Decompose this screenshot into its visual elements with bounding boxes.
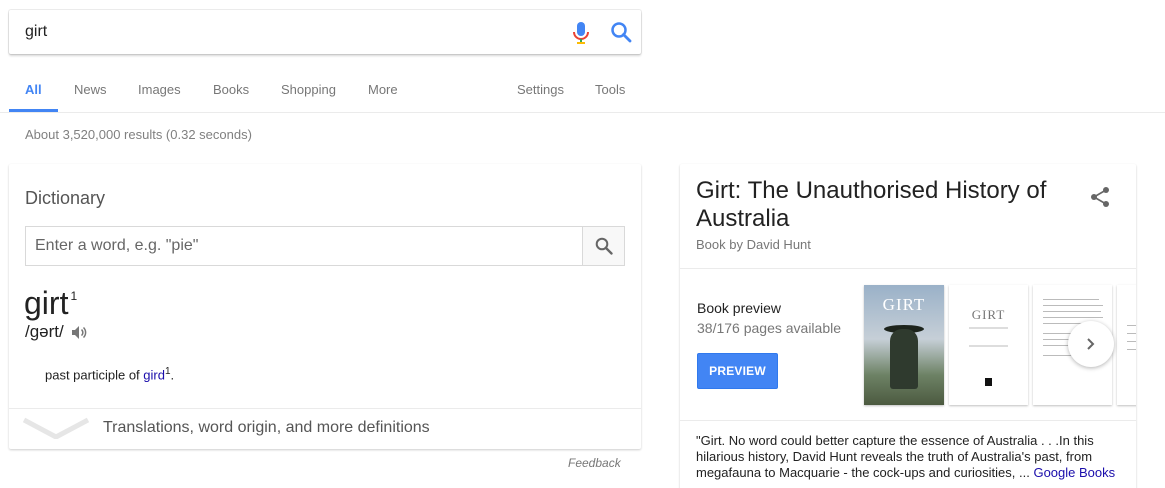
tab-tools[interactable]: Tools xyxy=(595,82,625,97)
text-line xyxy=(1043,323,1083,324)
knowledge-panel: Girt: The Unauthorised History of Austra… xyxy=(680,164,1136,488)
divider xyxy=(680,420,1136,421)
pronunciation: /ɡərt/ xyxy=(25,322,64,341)
text-line xyxy=(1127,349,1136,350)
headword-sup: 1 xyxy=(70,289,78,303)
search-input[interactable] xyxy=(25,23,545,41)
headword-text: girt xyxy=(24,285,69,321)
cover-title: GIRT xyxy=(882,295,926,314)
text-line xyxy=(1043,305,1103,306)
dictionary-card: Dictionary girt1 /ɡərt/ past participle … xyxy=(9,164,641,449)
pronunciation-row: /ɡərt/ xyxy=(25,322,88,342)
tab-all[interactable]: All xyxy=(25,82,42,97)
definition-prefix: past participle of xyxy=(45,367,144,383)
dictionary-title: Dictionary xyxy=(25,188,106,208)
mic-icon[interactable] xyxy=(571,21,591,45)
dictionary-input[interactable] xyxy=(26,227,582,265)
tab-shopping[interactable]: Shopping xyxy=(281,82,336,97)
book-cover-thumbnail[interactable]: GIRT xyxy=(864,285,944,405)
text-line xyxy=(1043,317,1103,318)
text-line xyxy=(969,327,1008,329)
search-bar xyxy=(9,10,641,54)
speaker-icon[interactable] xyxy=(71,324,88,341)
search-icon[interactable] xyxy=(610,21,632,43)
page-thumbnail[interactable] xyxy=(1117,285,1136,405)
text-line xyxy=(1043,299,1099,300)
chevron-down-icon xyxy=(23,417,89,439)
divider xyxy=(680,268,1136,269)
search-icon xyxy=(595,237,613,255)
text-line xyxy=(1127,341,1136,342)
panel-subtitle: Book by David Hunt xyxy=(696,237,811,252)
definition: past participle of gird1. xyxy=(45,366,174,382)
tab-bar: All News Images Books Shopping More Sett… xyxy=(0,64,1165,113)
text-line xyxy=(1127,325,1136,326)
feedback-link[interactable]: Feedback xyxy=(568,456,621,470)
tab-settings[interactable]: Settings xyxy=(517,82,564,97)
google-books-link[interactable]: Google Books xyxy=(1033,465,1115,480)
more-definitions-toggle[interactable]: Translations, word origin, and more defi… xyxy=(9,409,641,449)
text-line xyxy=(1043,311,1101,312)
panel-title: Girt: The Unauthorised History of Austra… xyxy=(696,177,1047,232)
tab-images[interactable]: Images xyxy=(138,82,181,97)
definition-link[interactable]: gird xyxy=(143,367,165,382)
pages-available: 38/176 pages available xyxy=(697,320,842,336)
preview-button[interactable]: PREVIEW xyxy=(697,353,778,389)
tab-more[interactable]: More xyxy=(368,82,398,97)
more-definitions-label: Translations, word origin, and more defi… xyxy=(103,419,430,436)
text-line xyxy=(1127,333,1136,334)
carousel-next-button[interactable] xyxy=(1068,321,1114,367)
active-tab-indicator xyxy=(9,109,58,112)
tab-news[interactable]: News xyxy=(74,82,107,97)
share-icon[interactable] xyxy=(1090,186,1110,208)
title-page-thumbnail[interactable]: GIRT xyxy=(949,285,1028,405)
publisher-mark xyxy=(985,378,992,386)
headword: girt 1 xyxy=(24,285,77,322)
cover-figure xyxy=(890,329,918,389)
title-page-text: GIRT xyxy=(971,307,1006,322)
result-stats: About 3,520,000 results (0.32 seconds) xyxy=(25,127,252,142)
definition-suffix: . xyxy=(170,367,175,383)
text-line xyxy=(969,345,1008,347)
chevron-right-icon xyxy=(1087,338,1095,350)
tab-books[interactable]: Books xyxy=(213,82,249,97)
dictionary-search-button[interactable] xyxy=(582,227,624,265)
book-preview-label: Book preview xyxy=(697,300,782,316)
panel-description: "Girt. No word could better capture the … xyxy=(696,433,1126,481)
dictionary-search-box xyxy=(25,226,625,266)
